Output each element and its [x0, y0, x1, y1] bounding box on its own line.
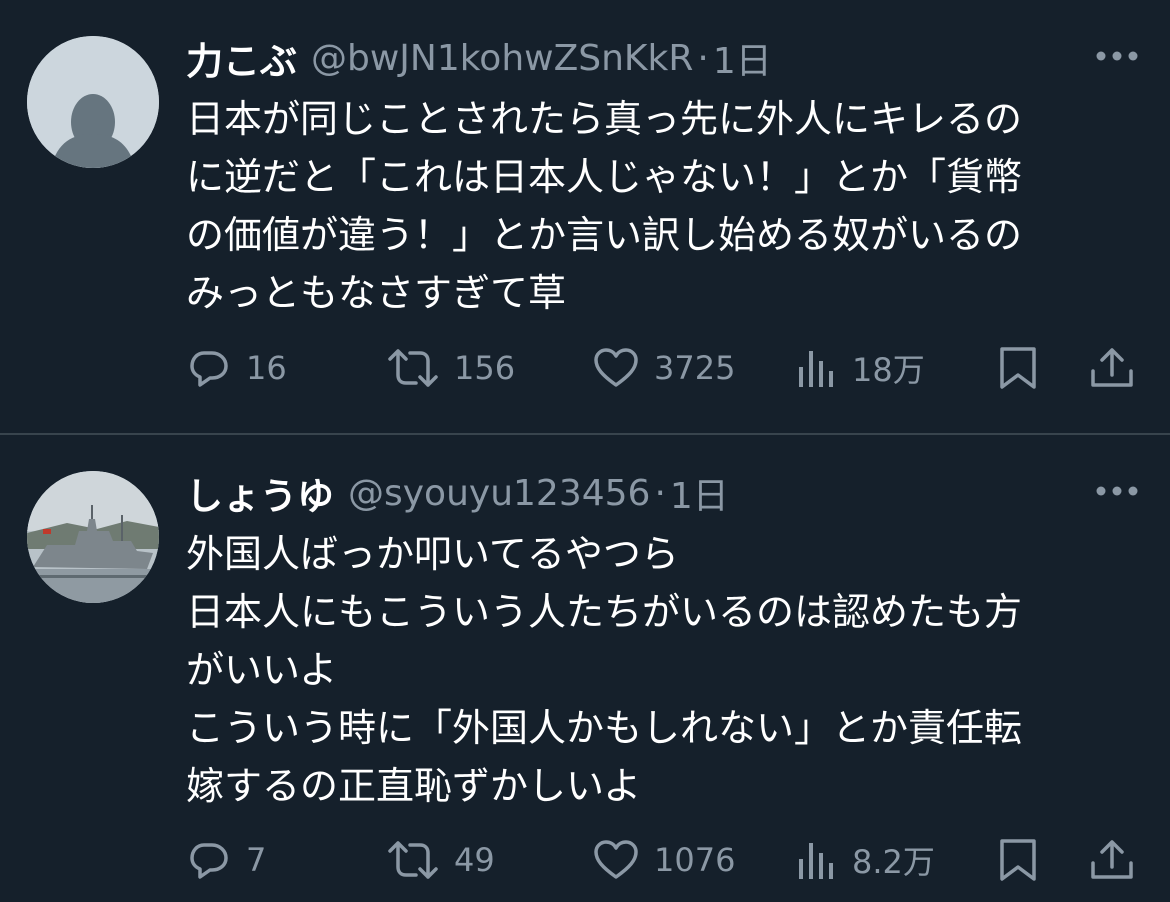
tweet-text-line: 嫁するの正直恥ずかしいよ	[186, 764, 642, 808]
views-button[interactable]: 18万	[796, 344, 925, 392]
reply-count: 16	[246, 349, 287, 387]
avatar[interactable]	[27, 36, 159, 168]
share-icon	[1091, 348, 1133, 387]
tweet-header: しょうゆ @syouyu123456 · 1日	[186, 467, 729, 519]
reply-button[interactable]: 16	[186, 344, 287, 392]
tweet-text-line: の価値が違う！」とか言い訳し始める奴がいるの	[186, 213, 1023, 257]
share-icon	[1091, 840, 1133, 879]
warship-photo-avatar-icon	[27, 471, 159, 603]
tweet-text: 日本が同じことされたら真っ先に外人にキレるの に逆だと「これは日本人じゃない！」…	[186, 90, 1136, 322]
tweet-header: 力こぶ @bwJN1kohwZSnKkR · 1日	[186, 32, 772, 84]
retweet-icon	[388, 841, 438, 879]
tweet-text-line: みっともなさすぎて草	[186, 271, 567, 315]
user-handle[interactable]: @bwJN1kohwZSnKkR	[311, 38, 693, 79]
more-horizontal-icon	[1096, 51, 1138, 61]
share-button[interactable]	[1088, 344, 1136, 392]
reply-count: 7	[246, 841, 267, 879]
bookmark-button[interactable]	[998, 344, 1038, 392]
tweet[interactable]: しょうゆ @syouyu123456 · 1日 外国人ばっか叩いてるやつら 日本…	[0, 435, 1170, 902]
bookmark-button[interactable]	[998, 836, 1038, 884]
user-handle[interactable]: @syouyu123456	[348, 473, 650, 514]
tweet-text-line: がいいよ	[186, 648, 338, 692]
like-count: 3725	[654, 349, 736, 387]
tweet-text: 外国人ばっか叩いてるやつら 日本人にもこういう人たちがいるのは認めたも方 がいい…	[186, 525, 1136, 815]
reply-icon	[190, 351, 228, 387]
retweet-count: 49	[454, 841, 495, 879]
tweet-text-line: こういう時に「外国人かもしれない」とか責任転	[186, 706, 1023, 750]
timestamp[interactable]: 1日	[670, 467, 729, 519]
more-button[interactable]	[1094, 481, 1140, 501]
retweet-button[interactable]: 156	[386, 344, 515, 392]
more-horizontal-icon	[1096, 486, 1138, 496]
views-count: 18万	[852, 351, 925, 389]
display-name[interactable]: 力こぶ	[186, 31, 297, 85]
more-button[interactable]	[1094, 46, 1140, 66]
display-name[interactable]: しょうゆ	[186, 466, 334, 520]
views-icon	[799, 351, 833, 387]
retweet-icon	[388, 349, 438, 387]
tweet-text-line: 外国人ばっか叩いてるやつら	[186, 532, 679, 576]
tweet-text-line: 日本人にもこういう人たちがいるのは認めたも方	[186, 590, 1023, 634]
avatar[interactable]	[27, 471, 159, 603]
like-button[interactable]: 3725	[592, 344, 735, 392]
tweet-text-line: 日本が同じことされたら真っ先に外人にキレるの	[186, 97, 1023, 141]
tweet-actions: 16 156 3725 18万	[0, 344, 1170, 392]
tweet[interactable]: 力こぶ @bwJN1kohwZSnKkR · 1日 日本が同じことされたら真っ先…	[0, 0, 1170, 433]
retweet-count: 156	[454, 349, 516, 387]
separator: ·	[654, 472, 666, 514]
reply-icon	[190, 843, 228, 879]
views-count: 8.2万	[852, 843, 935, 881]
timestamp[interactable]: 1日	[713, 32, 772, 84]
views-icon	[799, 843, 833, 879]
tweet-text-line: に逆だと「これは日本人じゃない！」とか「貨幣	[186, 155, 1023, 199]
like-count: 1076	[654, 841, 736, 879]
retweet-button[interactable]: 49	[386, 836, 495, 884]
default-profile-avatar-icon	[27, 36, 159, 168]
separator: ·	[697, 37, 709, 79]
like-button[interactable]: 1076	[592, 836, 735, 884]
bookmark-icon	[1000, 839, 1036, 881]
views-button[interactable]: 8.2万	[796, 836, 935, 884]
tweet-actions: 7 49 1076 8.2万	[0, 836, 1170, 884]
heart-icon	[594, 348, 638, 387]
reply-button[interactable]: 7	[186, 836, 266, 884]
bookmark-icon	[1000, 347, 1036, 389]
share-button[interactable]	[1088, 836, 1136, 884]
heart-icon	[594, 840, 638, 879]
